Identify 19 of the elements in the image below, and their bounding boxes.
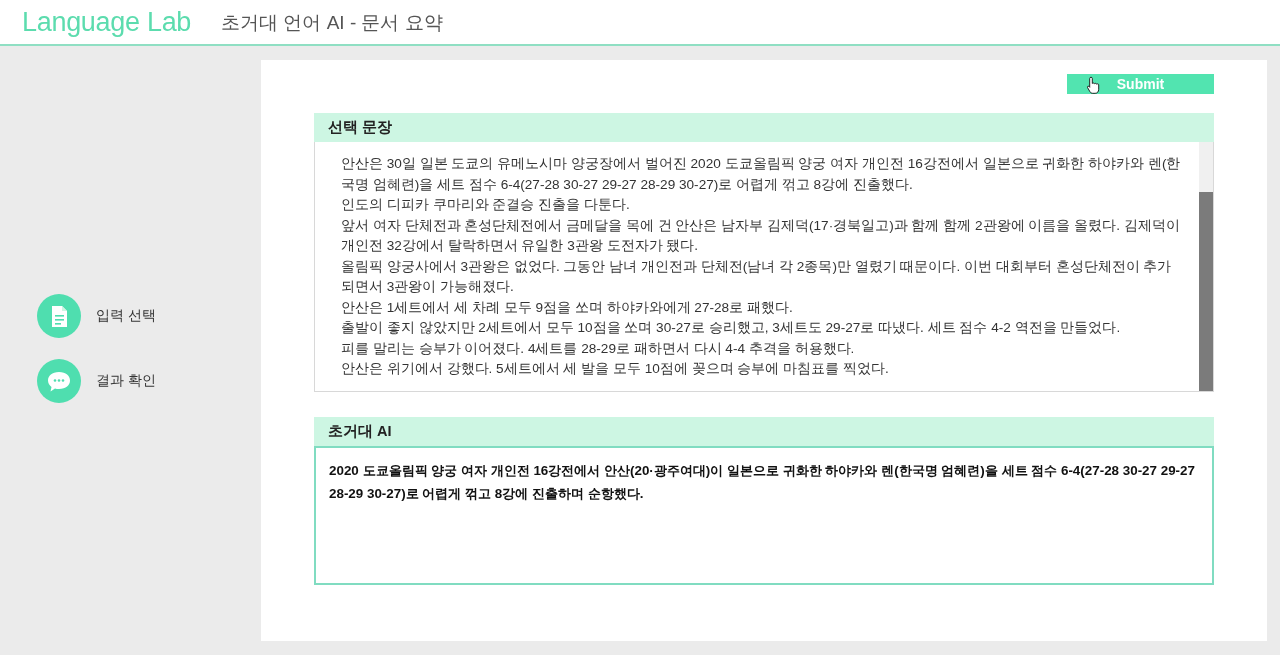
sidebar-item[interactable]: 결과 확인	[37, 359, 156, 403]
section-header: 선택 문장	[314, 113, 1214, 142]
document-icon	[37, 294, 81, 338]
hand-cursor-icon	[1087, 76, 1100, 94]
chat-bubble-icon	[37, 359, 81, 403]
sentence-text: 앞서 여자 단체전과 혼성단체전에서 금메달을 목에 건 안산은 남자부 김제덕(17·경북일고)과 함께 함께 2관왕에 이름을 올렸다. 김제덕이 개인전 32강에서 탈락하면서 유일한 3관왕 도전자가 됐다.	[341, 216, 1181, 255]
sentence-text: 안산은 30일 일본 도쿄의 유메노시마 양궁장에서 벌어진 2020 도쿄올림픽 양궁 여자 개인전 16강전에서 일본으로 귀화한 하야카와 렌(한국명 엄혜련)을 세트 점수 6-4(27-28 30-27 29-27 28-29 30-27)로 어렵게 꺾고 8강에 진출했다.	[341, 155, 1182, 194]
sidebar-item[interactable]: 입력 선택	[37, 294, 156, 338]
sentence-text: 인도의 디피카 쿠마리와 준결승 진출을 다툰다.	[341, 196, 630, 214]
sentence-text: 안산은 위기에서 강했다. 5세트에서 세 발을 모두 10점에 꽂으며 승부에 마침표를 찍었다.	[341, 360, 889, 378]
sentence-text: 안산은 1세트에서 세 차례 모두 9점을 쏘며 하야카와에게 27-28로 패했다.	[341, 298, 793, 317]
sentence-text: 올림픽 양궁사에서 3관왕은 없었다. 그동안 남녀 개인전과 단체전(남녀 각 2종목)만 열렸기 때문이다. 이번 대회부터 혼성단체전이 추가되면서 3관왕이 가능해졌다.	[341, 257, 1173, 296]
scrollbar-thumb[interactable]	[1199, 192, 1213, 391]
app-logo: Language Lab	[22, 6, 192, 38]
sentence-text: 출발이 좋지 않았지만 2세트에서 모두 10점을 쏘며 30-27로 승리했고, 3세트도 29-27로 따냈다. 세트 점수 4-2 역전을 만들었다.	[341, 319, 1121, 337]
section-header: 초거대 AI	[314, 417, 1214, 446]
sentence-text: 피를 말리는 승부가 이어졌다. 4세트를 28-29로 패하면서 다시 4-4 추격을 허용했다.	[341, 339, 855, 358]
summary-text: 2020 도쿄올림픽 양궁 여자 개인전 16강전에서 안산(20·광주여대)이 일본으로 귀화한 하야카와 렌(한국명 엄혜련)을 세트 점수 6-4(27-28 30-27 29-27 28-29 30-27)로 어렵게 꺾고 8강에 진출하며 순항했다.	[329, 462, 1196, 503]
page-title: 초거대 언어 AI - 문서 요약	[221, 11, 443, 35]
